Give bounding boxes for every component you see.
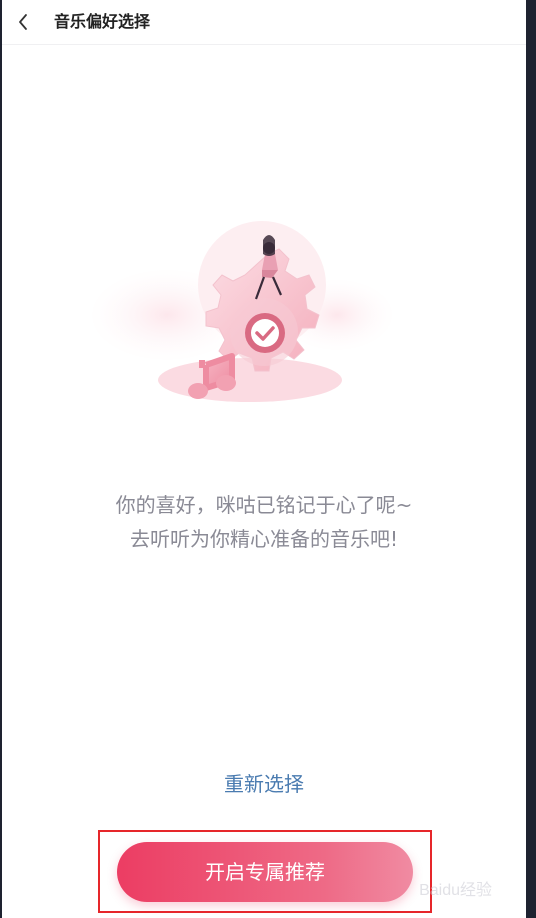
reselect-link[interactable]: 重新选择 [2, 770, 526, 798]
navigation-bar: 音乐偏好选择 [2, 0, 526, 45]
watermark-logo: Baidu经验 [419, 882, 492, 899]
preference-illustration [92, 220, 392, 420]
screenshot-frame: 音乐偏好选择 你的喜好，咪咕已铭记于心了呢~ 去听听为你精心准备的音乐吧! 重新… [0, 0, 536, 918]
page-title: 音乐偏好选择 [54, 12, 151, 31]
app-screen: 音乐偏好选择 你的喜好，咪咕已铭记于心了呢~ 去听听为你精心准备的音乐吧! 重新… [2, 0, 526, 918]
message-line-1: 你的喜好，咪咕已铭记于心了呢~ [115, 493, 413, 517]
confirmation-message: 你的喜好，咪咕已铭记于心了呢~ 去听听为你精心准备的音乐吧! [2, 488, 526, 556]
back-button[interactable] [12, 10, 36, 34]
chevron-left-icon [19, 14, 27, 30]
message-line-2: 去听听为你精心准备的音乐吧! [129, 527, 399, 551]
window-edge [526, 0, 536, 918]
base-shadow [158, 358, 342, 402]
start-recommendation-button[interactable]: 开启专属推荐 [117, 842, 413, 902]
check-icon [245, 313, 285, 353]
